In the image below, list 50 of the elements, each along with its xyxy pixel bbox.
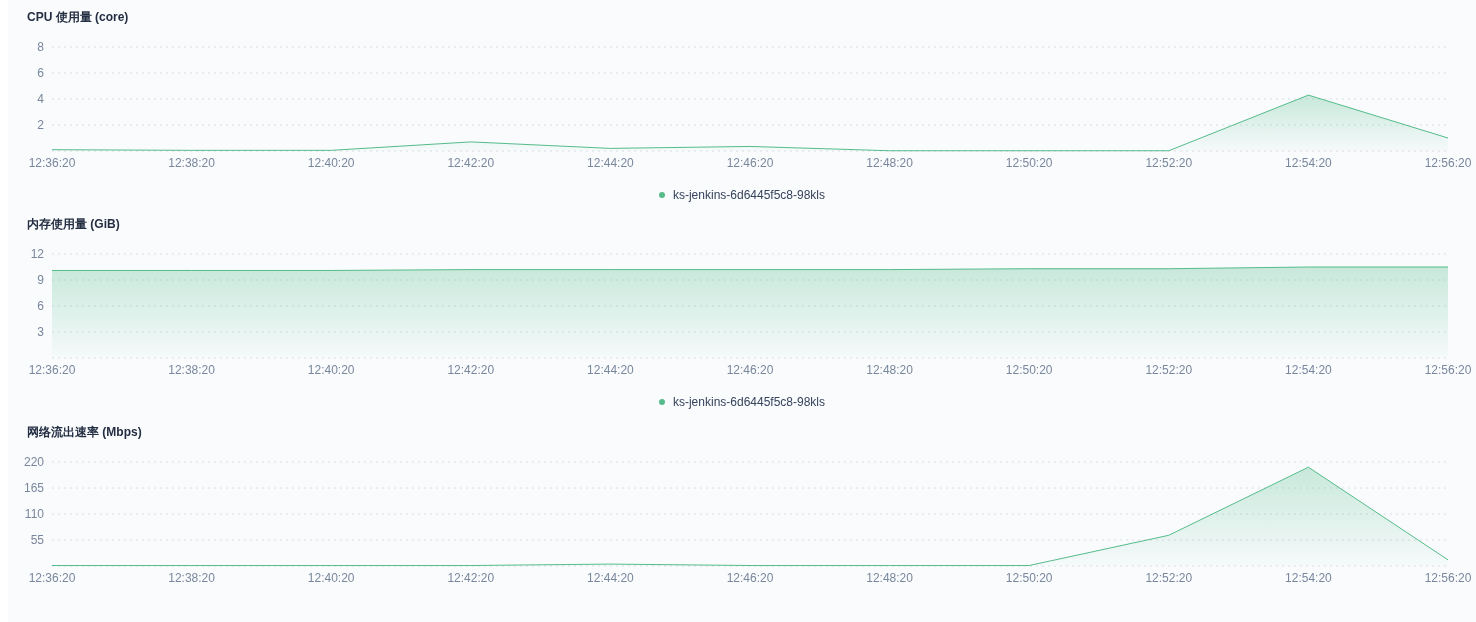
- y-tick-label: 4: [37, 92, 44, 106]
- legend-label: ks-jenkins-6d6445f5c8-98kls: [672, 394, 826, 412]
- y-tick-label: 6: [37, 299, 44, 314]
- x-tick-label: 12:44:20: [587, 570, 634, 585]
- x-tick-label: 12:54:20: [1285, 156, 1332, 170]
- x-tick-label: 12:40:20: [307, 156, 355, 170]
- x-tick-label: 12:52:20: [1145, 363, 1193, 378]
- x-tick-label: 12:54:20: [1285, 363, 1332, 378]
- y-tick-label: 12: [30, 247, 44, 262]
- chart-title: 内存使用量 (GiB): [27, 216, 120, 233]
- x-tick-label: 12:38:20: [168, 570, 215, 585]
- y-tick-label: 6: [37, 66, 44, 80]
- y-tick-label: 2: [37, 118, 44, 132]
- y-tick-label: 3: [37, 325, 44, 340]
- x-tick-label: 12:42:20: [447, 570, 495, 585]
- x-tick-label: 12:36:20: [28, 363, 76, 378]
- y-tick-label: 8: [37, 40, 44, 54]
- x-tick-label: 12:38:20: [168, 363, 215, 378]
- x-tick-label: 12:54:20: [1285, 570, 1332, 585]
- x-tick-label: 12:52:20: [1145, 156, 1193, 170]
- x-tick-label: 12:56:20: [1424, 363, 1472, 378]
- y-tick-label: 220: [23, 454, 44, 469]
- x-tick-label: 12:50:20: [1005, 570, 1053, 585]
- y-tick-label: 9: [37, 273, 44, 288]
- x-tick-label: 12:48:20: [866, 570, 913, 585]
- x-tick-label: 12:46:20: [726, 363, 774, 378]
- x-tick-label: 12:44:20: [587, 363, 634, 378]
- x-tick-label: 12:42:20: [447, 156, 495, 170]
- x-tick-label: 12:56:20: [1424, 570, 1472, 585]
- chart-title: 网络流出速率 (Mbps): [27, 423, 142, 440]
- y-tick-label: 165: [23, 480, 44, 495]
- x-tick-label: 12:40:20: [307, 570, 355, 585]
- legend-label: ks-jenkins-6d6445f5c8-98kls: [672, 187, 826, 204]
- chart-title: CPU 使用量 (core): [27, 9, 129, 25]
- x-tick-label: 12:50:20: [1005, 156, 1053, 170]
- x-tick-label: 12:36:20: [28, 156, 76, 170]
- x-tick-label: 12:50:20: [1005, 363, 1053, 378]
- x-tick-label: 12:42:20: [447, 363, 495, 378]
- x-tick-label: 12:36:20: [28, 570, 76, 585]
- y-tick-label: 55: [30, 532, 44, 547]
- x-tick-label: 12:46:20: [726, 156, 774, 170]
- x-tick-label: 12:48:20: [866, 156, 913, 170]
- y-tick-label: 110: [24, 506, 44, 521]
- x-tick-label: 12:48:20: [866, 363, 913, 378]
- x-tick-label: 12:40:20: [307, 363, 355, 378]
- x-tick-label: 12:46:20: [726, 570, 774, 585]
- x-tick-label: 12:38:20: [168, 156, 215, 170]
- x-tick-label: 12:44:20: [587, 156, 634, 170]
- x-tick-label: 12:56:20: [1424, 156, 1472, 170]
- x-tick-label: 12:52:20: [1145, 570, 1193, 585]
